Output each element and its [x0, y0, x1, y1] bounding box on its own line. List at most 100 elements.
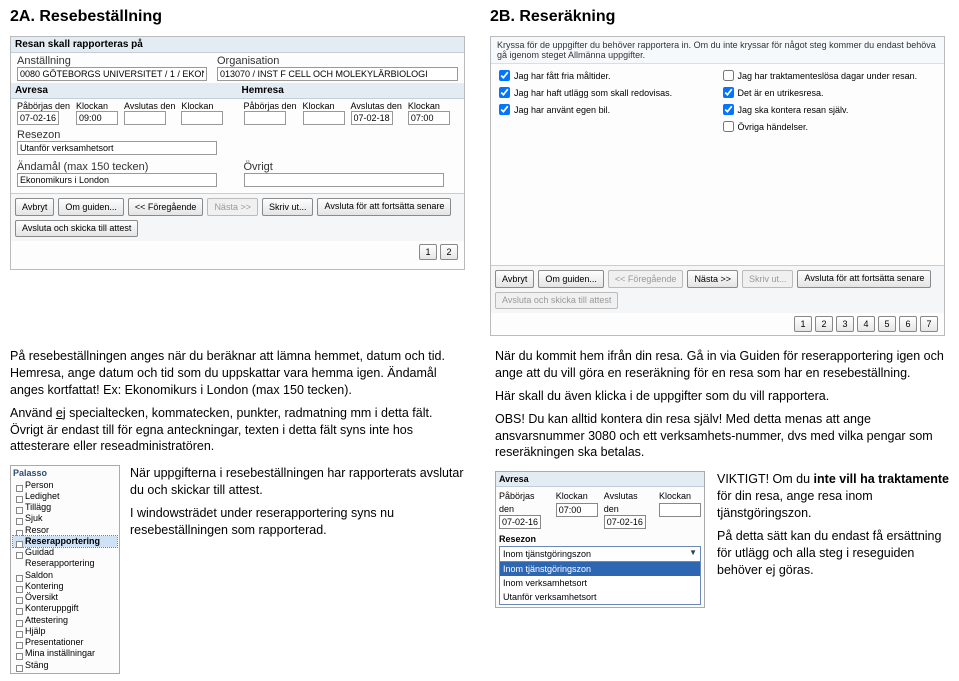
- checkbox-col-left: Jag har fått fria måltider. Jag har haft…: [499, 70, 713, 259]
- btn-fortsatt-a[interactable]: Avsluta för att fortsätta senare: [317, 198, 451, 216]
- hemresa-avslutas[interactable]: [351, 111, 393, 125]
- cb-traktamenteslosa[interactable]: [723, 70, 734, 81]
- col-klockan: Klockan: [76, 101, 118, 111]
- resezon-opt-1[interactable]: Inom verksamhetsort: [500, 576, 700, 590]
- body-right-p5: På detta sätt kan du endast få ersättnin…: [717, 528, 950, 579]
- resezon-opt-2[interactable]: Utanför verksamhetsort: [500, 590, 700, 604]
- body-left-p3: När uppgifterna i resebeställningen har …: [130, 465, 465, 499]
- btn-foregaende-a[interactable]: << Föregående: [128, 198, 204, 216]
- btn-fortsatt-b[interactable]: Avsluta för att fortsätta senare: [797, 270, 931, 288]
- col-paborjas-h: Påbörjas den: [244, 101, 297, 111]
- cb-utrikesresa-label: Det är en utrikesresa.: [738, 88, 824, 98]
- tree-item-tillagg[interactable]: Tillägg: [13, 502, 117, 513]
- page-6-b[interactable]: 6: [899, 316, 917, 332]
- page-2-b[interactable]: 2: [815, 316, 833, 332]
- col-avslutas: Avslutas den: [124, 101, 175, 111]
- avresa-avslutas[interactable]: [124, 111, 166, 125]
- col-klockan2: Klockan: [181, 101, 223, 111]
- hemresa-paborjas[interactable]: [244, 111, 286, 125]
- nav-tree: Palasso Person Ledighet Tillägg Sjuk Res…: [10, 465, 120, 674]
- tree-item-kontering[interactable]: Kontering: [13, 581, 117, 592]
- input-anstallning[interactable]: [17, 67, 207, 81]
- tree-item-stang[interactable]: Stäng: [13, 660, 117, 671]
- btn-omguiden-a[interactable]: Om guiden...: [58, 198, 124, 216]
- cb-kontera[interactable]: [723, 104, 734, 115]
- avresa-val-klockan[interactable]: [556, 503, 598, 517]
- tree-item-person[interactable]: Person: [13, 480, 117, 491]
- body-right-p2: Här skall du även klicka i de uppgifter …: [495, 388, 950, 405]
- btn-avbryt-a[interactable]: Avbryt: [15, 198, 54, 216]
- chevron-down-icon: ▼: [689, 548, 697, 559]
- btn-skicka-a[interactable]: Avsluta och skicka till attest: [15, 220, 138, 237]
- label-resezon: Resezon: [17, 129, 458, 141]
- cb-ovriga[interactable]: [723, 121, 734, 132]
- page-7-b[interactable]: 7: [920, 316, 938, 332]
- tree-item-attestering[interactable]: Attestering: [13, 615, 117, 626]
- tree-item-guidad[interactable]: Guidad Reserapportering: [13, 547, 117, 570]
- section-hemresa: Hemresa: [238, 83, 465, 99]
- tree-root[interactable]: Palasso: [13, 468, 117, 479]
- tree-item-resor[interactable]: Resor: [13, 525, 117, 536]
- avresa-col-klockan: Klockan: [556, 490, 598, 502]
- label-organisation: Organisation: [217, 55, 458, 67]
- hemresa-klockan2[interactable]: [408, 111, 450, 125]
- checkbox-col-right: Jag har traktamenteslösa dagar under res…: [723, 70, 937, 259]
- btn-skrivut-a[interactable]: Skriv ut...: [262, 198, 314, 216]
- resezon-selected: Inom tjänstgöringszon: [503, 548, 591, 560]
- label-ovrigt: Övrigt: [244, 161, 459, 173]
- tree-item-installningar[interactable]: Mina inställningar: [13, 648, 117, 659]
- cb-egenbil-label: Jag har använt egen bil.: [514, 105, 610, 115]
- page-2-a[interactable]: 2: [440, 244, 458, 260]
- input-ovrigt[interactable]: [244, 173, 444, 187]
- resezon-opt-0[interactable]: Inom tjänstgöringszon: [500, 562, 700, 576]
- body-left-p2: Använd ej specialtecken, kommatecken, pu…: [10, 405, 465, 456]
- cb-utrikesresa[interactable]: [723, 87, 734, 98]
- tree-item-oversikt[interactable]: Översikt: [13, 592, 117, 603]
- tree-item-konteruppgift[interactable]: Konteruppgift: [13, 603, 117, 614]
- tree-item-ledighet[interactable]: Ledighet: [13, 491, 117, 502]
- input-resezon[interactable]: [17, 141, 217, 155]
- btn-avbryt-b[interactable]: Avbryt: [495, 270, 534, 288]
- avresa-snippet: Avresa Påbörjas den Klockan Avslutas den…: [495, 471, 705, 608]
- body-left-p1: På resebeställningen anges när du beräkn…: [10, 348, 465, 399]
- col-klockan2-h: Klockan: [408, 101, 450, 111]
- btn-skicka-b: Avsluta och skicka till attest: [495, 292, 618, 309]
- body-left: På resebeställningen anges när du beräkn…: [10, 348, 465, 674]
- cb-egenbil[interactable]: [499, 104, 510, 115]
- avresa-val-avslutas[interactable]: [604, 515, 646, 529]
- body-right-p4: VIKTIGT! Om du inte vill ha traktamente …: [717, 471, 950, 522]
- avresa-klockan2[interactable]: [181, 111, 223, 125]
- cb-utlagg[interactable]: [499, 87, 510, 98]
- cb-kontera-label: Jag ska kontera resan själv.: [738, 105, 849, 115]
- avresa-val-paborjas[interactable]: [499, 515, 541, 529]
- panel-resebestallning: Resan skall rapporteras på Anställning O…: [10, 36, 465, 270]
- avresa-val-klockan2[interactable]: [659, 503, 701, 517]
- cb-maltider[interactable]: [499, 70, 510, 81]
- intro-text: Kryssa för de uppgifter du behöver rappo…: [491, 37, 944, 64]
- avresa-klockan[interactable]: [76, 111, 118, 125]
- hemresa-klockan[interactable]: [303, 111, 345, 125]
- btn-omguiden-b[interactable]: Om guiden...: [538, 270, 604, 288]
- label-andamal: Ändamål (max 150 tecken): [17, 161, 232, 173]
- section-avresa: Avresa: [11, 83, 238, 99]
- col-avslutas-h: Avslutas den: [351, 101, 402, 111]
- page-1-a[interactable]: 1: [419, 244, 437, 260]
- heading-2a: 2A. Resebeställning: [10, 4, 470, 30]
- tree-item-hjalp[interactable]: Hjälp: [13, 626, 117, 637]
- tree-item-saldon[interactable]: Saldon: [13, 570, 117, 581]
- resezon-dropdown[interactable]: Inom tjänstgöringszon ▼ Inom tjänstgörin…: [499, 546, 701, 606]
- btn-nasta-b[interactable]: Nästa >>: [687, 270, 738, 288]
- body-right-p3: OBS! Du kan alltid kontera din resa själ…: [495, 411, 950, 462]
- page-1-b[interactable]: 1: [794, 316, 812, 332]
- page-4-b[interactable]: 4: [857, 316, 875, 332]
- input-andamal[interactable]: [17, 173, 217, 187]
- cb-traktamenteslosa-label: Jag har traktamenteslösa dagar under res…: [738, 71, 918, 81]
- page-5-b[interactable]: 5: [878, 316, 896, 332]
- col-paborjas: Påbörjas den: [17, 101, 70, 111]
- tree-item-presentationer[interactable]: Presentationer: [13, 637, 117, 648]
- avresa-paborjas[interactable]: [17, 111, 59, 125]
- tree-item-reserapportering[interactable]: Reserapportering: [13, 536, 117, 547]
- tree-item-sjuk[interactable]: Sjuk: [13, 513, 117, 524]
- input-organisation[interactable]: [217, 67, 458, 81]
- page-3-b[interactable]: 3: [836, 316, 854, 332]
